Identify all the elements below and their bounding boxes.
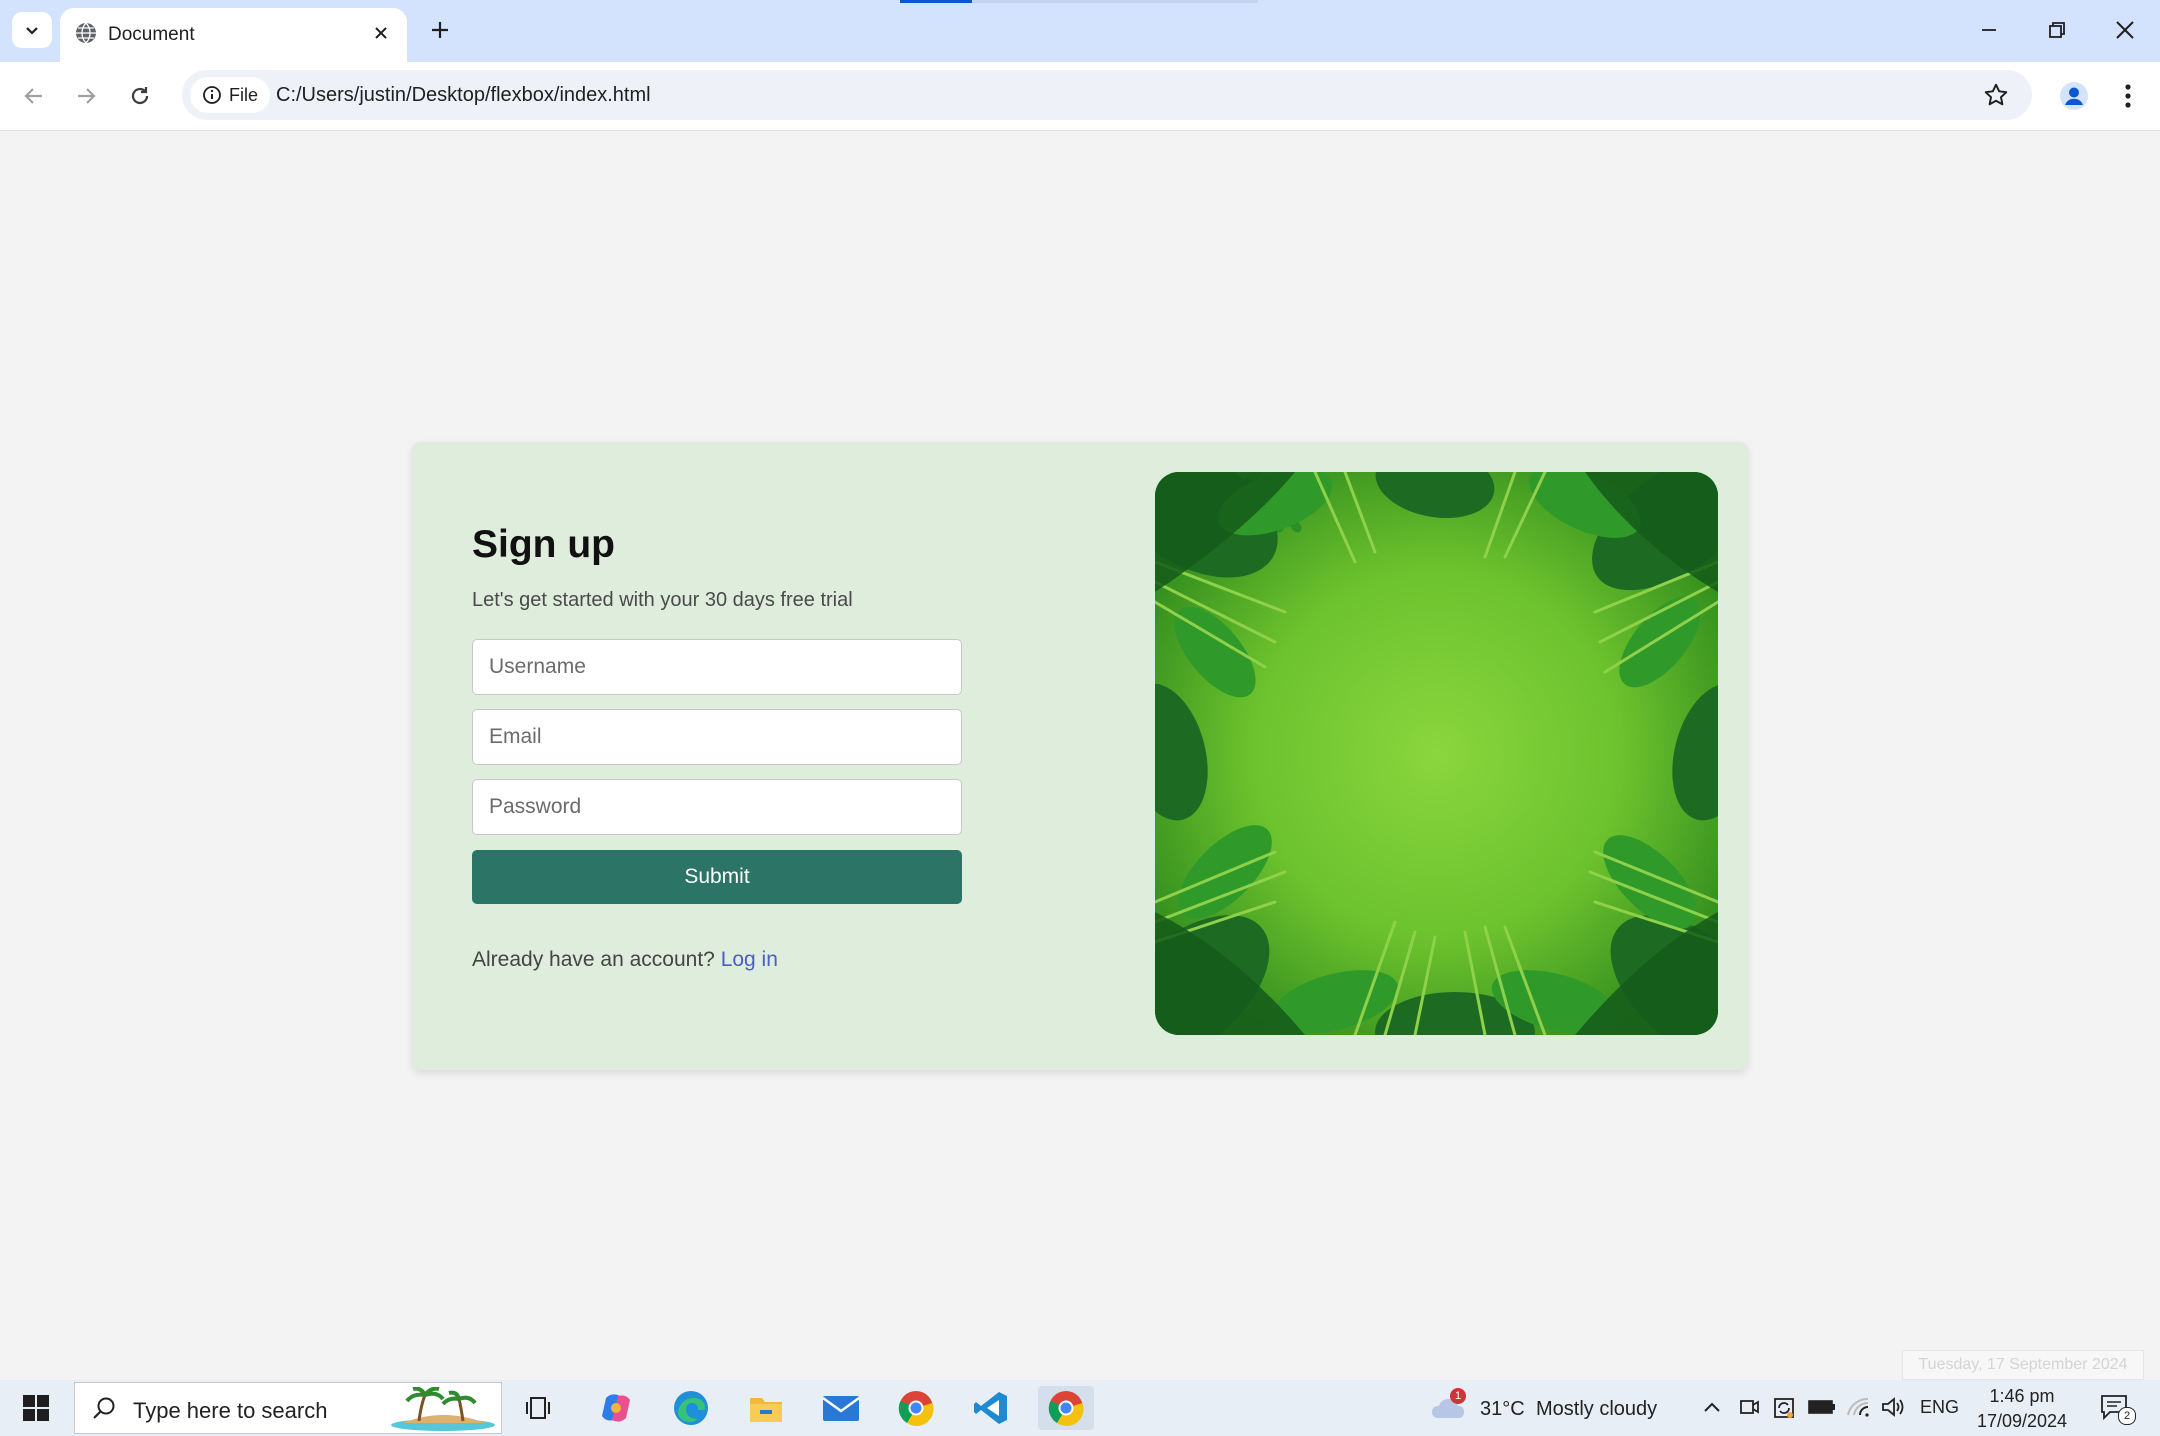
arrow-right-icon <box>78 88 96 104</box>
language-indicator[interactable]: ENG <box>1920 1397 1959 1418</box>
chevron-down-icon <box>26 27 38 35</box>
signup-card: Sign up Let's get started with your 30 d… <box>412 442 1748 1070</box>
close-icon <box>375 27 387 39</box>
weather-widget[interactable]: 1 31°C Mostly cloudy <box>1428 1386 1678 1430</box>
browser-toolbar: File C:/Users/justin/Desktop/flexbox/ind… <box>0 62 2160 131</box>
weather-temperature: 31°C <box>1480 1398 1525 1420</box>
tab-title: Document <box>108 24 195 45</box>
jungle-leaves-image <box>1155 472 1718 1035</box>
search-icon <box>93 1397 115 1419</box>
arrow-left-icon <box>24 88 42 104</box>
windows-logo-icon <box>23 1395 49 1421</box>
wifi-icon[interactable] <box>1846 1395 1870 1419</box>
chrome-icon <box>1048 1391 1084 1426</box>
vscode-app[interactable] <box>963 1386 1019 1430</box>
search-placeholder: Type here to search <box>133 1398 328 1423</box>
chevron-up-icon[interactable] <box>1702 1398 1722 1418</box>
volume-icon[interactable] <box>1880 1395 1906 1419</box>
island-illustration-icon <box>391 1387 495 1431</box>
browser-tab-bar: Document <box>0 0 2160 62</box>
password-field[interactable] <box>472 779 962 835</box>
browser-menu-button[interactable] <box>2108 74 2148 118</box>
task-view-icon <box>526 1397 550 1419</box>
chrome-app[interactable] <box>888 1386 944 1430</box>
reload-button[interactable] <box>120 76 160 116</box>
meet-now-icon[interactable] <box>1738 1396 1760 1418</box>
weather-description: Mostly cloudy <box>1536 1398 1658 1420</box>
email-field[interactable] <box>472 709 962 765</box>
loading-indicator <box>900 0 972 3</box>
page-subtitle: Let's get started with your 30 days free… <box>472 589 853 611</box>
windows-taskbar: Type here to search 1 31°C Mostly cloudy… <box>0 1380 2160 1436</box>
copilot-app[interactable] <box>588 1386 644 1430</box>
url-text[interactable]: C:/Users/justin/Desktop/flexbox/index.ht… <box>276 84 651 107</box>
username-field[interactable] <box>472 639 962 695</box>
login-prompt: Already have an account? Log in <box>472 948 962 972</box>
profile-icon <box>2060 82 2088 110</box>
vscode-icon <box>974 1392 1007 1424</box>
restore-icon <box>2049 22 2065 38</box>
mail-app[interactable] <box>813 1386 869 1430</box>
submit-button[interactable]: Submit <box>472 850 962 904</box>
battery-icon[interactable] <box>1808 1398 1836 1416</box>
taskbar-search[interactable]: Type here to search <box>74 1382 502 1434</box>
weather-alert-badge: 1 <box>1450 1388 1466 1404</box>
close-icon <box>2116 21 2134 39</box>
address-bar[interactable]: File C:/Users/justin/Desktop/flexbox/ind… <box>182 70 2032 120</box>
notifications-button[interactable]: 2 <box>2096 1390 2136 1426</box>
notification-count: 2 <box>2118 1407 2136 1425</box>
loading-track <box>972 0 1258 3</box>
mail-icon <box>822 1396 860 1421</box>
back-button[interactable] <box>14 76 54 116</box>
file-explorer-app[interactable] <box>738 1386 794 1430</box>
start-button[interactable] <box>14 1390 58 1426</box>
close-window-button[interactable] <box>2102 10 2148 50</box>
new-tab-button[interactable] <box>422 12 458 48</box>
minimize-button[interactable] <box>1966 10 2012 50</box>
bookmark-button[interactable] <box>1980 79 2012 111</box>
star-icon <box>1984 83 2008 106</box>
tab-search-button[interactable] <box>12 12 52 48</box>
page-title: Sign up <box>472 523 615 566</box>
info-icon <box>203 86 221 104</box>
task-view-button[interactable] <box>512 1386 568 1430</box>
minimize-icon <box>1982 29 1996 31</box>
tab-close-button[interactable] <box>365 17 397 49</box>
copilot-icon <box>602 1394 630 1422</box>
reload-icon <box>131 87 149 105</box>
forward-button[interactable] <box>66 76 106 116</box>
site-info-label: File <box>229 84 259 105</box>
login-prompt-text: Already have an account? <box>472 948 715 971</box>
restore-button[interactable] <box>2034 10 2080 50</box>
profile-button[interactable] <box>2052 74 2096 118</box>
site-info-chip[interactable]: File <box>190 77 270 113</box>
date-tooltip: Tuesday, 17 September 2024 <box>1902 1350 2144 1380</box>
tab-document[interactable]: Document <box>60 8 407 62</box>
plus-icon <box>432 22 448 38</box>
edge-app[interactable] <box>663 1386 719 1430</box>
login-link[interactable]: Log in <box>721 948 778 971</box>
folder-icon <box>750 1398 782 1422</box>
more-vert-icon <box>2125 84 2131 108</box>
chrome-icon <box>898 1391 934 1426</box>
clock[interactable]: 1:46 pm 17/09/2024 <box>1974 1384 2070 1434</box>
clock-date: 17/09/2024 <box>1976 1411 2068 1431</box>
globe-icon <box>76 22 96 44</box>
edge-icon <box>674 1391 708 1425</box>
clock-time: 1:46 pm <box>1989 1386 2055 1406</box>
signup-form: Sign up Let's get started with your 30 d… <box>472 522 962 972</box>
sync-icon[interactable] <box>1772 1396 1796 1420</box>
chrome-app-active[interactable] <box>1038 1386 1094 1430</box>
